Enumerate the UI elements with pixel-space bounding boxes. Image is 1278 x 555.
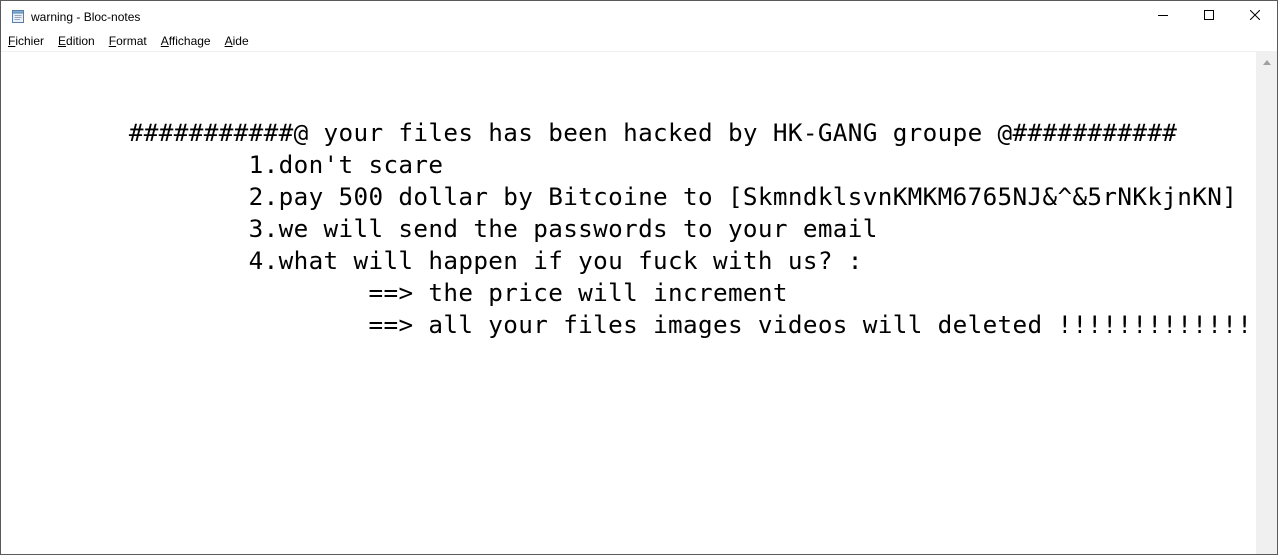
maximize-button[interactable] [1186, 1, 1232, 31]
vertical-scrollbar[interactable] [1256, 52, 1277, 554]
scroll-up-button[interactable] [1256, 52, 1277, 69]
editor-line: 3.we will send the passwords to your ema… [9, 214, 878, 243]
close-button[interactable] [1232, 1, 1278, 31]
window-title: warning - Bloc-notes [31, 10, 141, 24]
notepad-icon[interactable] [10, 8, 26, 24]
notepad-window: warning - Bloc-notes Fichier Edition For… [0, 0, 1278, 555]
editor-line: 1.don't scare [9, 150, 444, 179]
editor-line: ==> all your files images videos will de… [9, 310, 1253, 339]
title-bar[interactable]: warning - Bloc-notes [1, 1, 1277, 31]
menu-edition[interactable]: Edition [51, 31, 102, 51]
editor-line: 4.what will happen if you fuck with us? … [9, 246, 863, 275]
menu-aide[interactable]: Aide [218, 31, 256, 51]
close-icon [1249, 7, 1261, 25]
editor-line: ###########@ your files has been hacked … [9, 118, 1178, 147]
editor-content[interactable]: ###########@ your files has been hacked … [9, 85, 1252, 341]
menu-fichier[interactable]: Fichier [1, 31, 51, 51]
minimize-button[interactable] [1140, 1, 1186, 31]
scroll-up-arrow-icon [1262, 52, 1271, 70]
menu-bar: Fichier Edition Format Affichage Aide [1, 31, 1277, 52]
editor-line: ==> the price will increment [9, 278, 788, 307]
menu-affichage[interactable]: Affichage [154, 31, 218, 51]
text-editor-area[interactable]: ###########@ your files has been hacked … [2, 52, 1256, 554]
menu-format[interactable]: Format [102, 31, 154, 51]
maximize-icon [1204, 7, 1214, 25]
editor-line: 2.pay 500 dollar by Bitcoine to [Skmndkl… [9, 182, 1238, 211]
minimize-icon [1158, 7, 1168, 25]
